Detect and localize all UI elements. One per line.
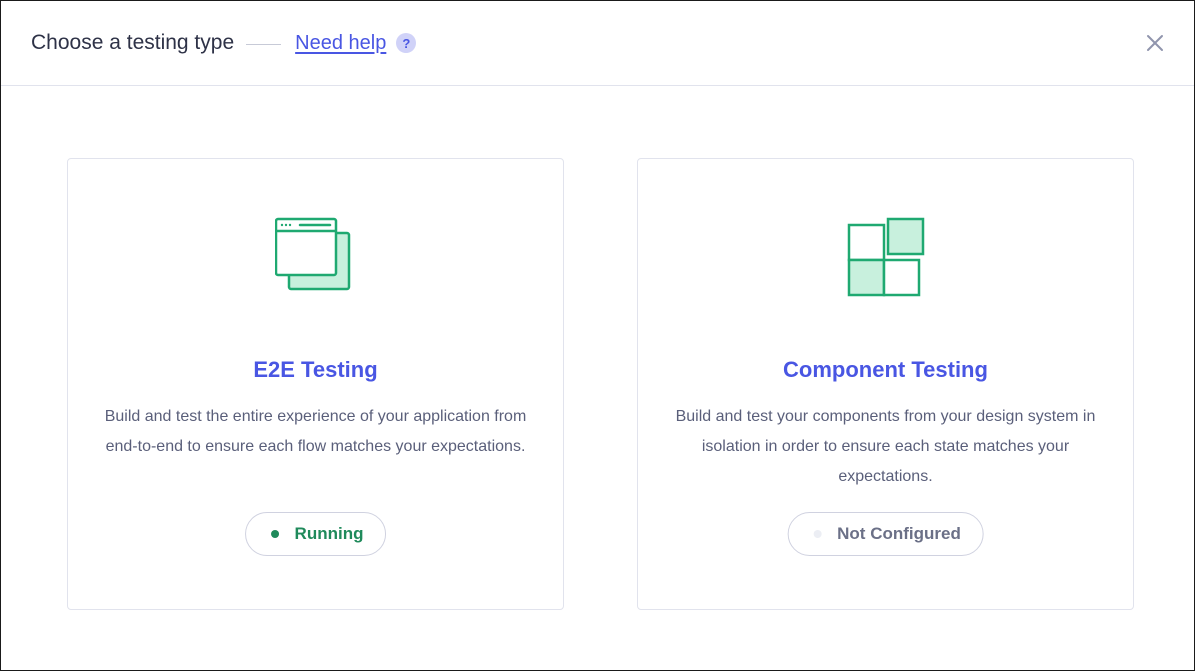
testing-type-modal: Choose a testing type Need help ? E2E Te… [0,0,1195,671]
status-label: Running [294,524,364,543]
title-divider [246,43,282,45]
need-help-link[interactable]: Need help [295,32,386,55]
card-description: Build and test the entire experience of … [104,408,527,455]
modal-header: Choose a testing type Need help ? [1,1,1194,86]
card-title: Component Testing [783,357,988,382]
status-badge: Running [244,512,387,556]
status-badge: Not Configured [787,512,984,556]
component-testing-card[interactable]: Component Testing Build and test your co… [637,158,1134,610]
close-icon[interactable] [1144,32,1166,54]
card-title: E2E Testing [253,357,378,382]
status-dot-icon [270,530,279,538]
card-description: Build and test your components from your… [675,408,1096,485]
modal-title: Choose a testing type [31,31,235,54]
browser-windows-icon [274,217,350,291]
question-mark-icon[interactable]: ? [396,33,417,53]
e2e-testing-card[interactable]: E2E Testing Build and test the entire ex… [67,158,564,610]
status-dot-icon [813,530,822,538]
component-blocks-icon [847,217,924,297]
status-label: Not Configured [837,524,961,543]
